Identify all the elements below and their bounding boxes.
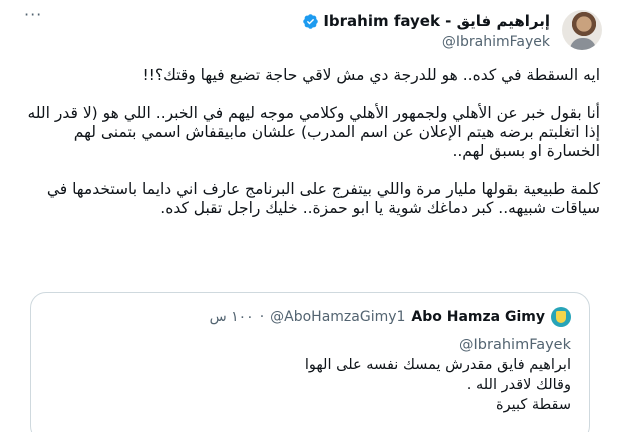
replying-to-handle[interactable]: @IbrahimFayek xyxy=(51,335,571,355)
author-avatar[interactable] xyxy=(562,10,602,50)
quoted-tweet-line: وقالك لاقدر الله . xyxy=(466,377,571,393)
quoted-author-avatar[interactable] xyxy=(551,307,571,327)
author-handle[interactable]: @IbrahimFayek xyxy=(442,34,550,50)
quoted-tweet-header: Abo Hamza Gimy @AboHamzaGimy1 · ١٠٠ س xyxy=(210,309,545,325)
tweet-card: ··· إبراهيم فايق - Ibrahim fayek @Ibrahi… xyxy=(0,0,618,432)
quoted-author-name[interactable]: Abo Hamza Gimy xyxy=(411,309,545,325)
quoted-author-handle[interactable]: @AboHamzaGimy1 xyxy=(270,309,405,325)
separator-dot: · xyxy=(259,309,265,325)
tweet-paragraph: كلمة طبيعية بقولها مليار مرة واللي بيتفر… xyxy=(46,180,600,217)
more-options-icon[interactable]: ··· xyxy=(24,7,46,24)
avatar-shirt xyxy=(570,38,596,50)
quoted-tweet-body: @IbrahimFayek ابراهيم فايق مقدرش يمسك نف… xyxy=(51,335,571,415)
author-display-name[interactable]: إبراهيم فايق - Ibrahim fayek xyxy=(323,12,550,30)
quoted-tweet-line: سقطة كبيرة xyxy=(495,397,571,413)
quoted-tweet[interactable]: Abo Hamza Gimy @AboHamzaGimy1 · ١٠٠ س @I… xyxy=(30,292,590,432)
author-name-row: إبراهيم فايق - Ibrahim fayek xyxy=(302,12,550,30)
tweet-body: ايه السقطة في كده.. هو للدرجة دي مش لاقي… xyxy=(18,66,600,237)
quoted-tweet-line: ابراهيم فايق مقدرش يمسك نفسه على الهوا xyxy=(304,357,571,373)
tweet-paragraph: أنا بقول خبر عن الأهلي ولجمهور الأهلي وك… xyxy=(27,104,600,160)
tweet-paragraph: ايه السقطة في كده.. هو للدرجة دي مش لاقي… xyxy=(142,66,600,84)
quoted-tweet-time[interactable]: ١٠٠ س xyxy=(210,309,254,325)
verified-badge-icon xyxy=(303,13,319,29)
